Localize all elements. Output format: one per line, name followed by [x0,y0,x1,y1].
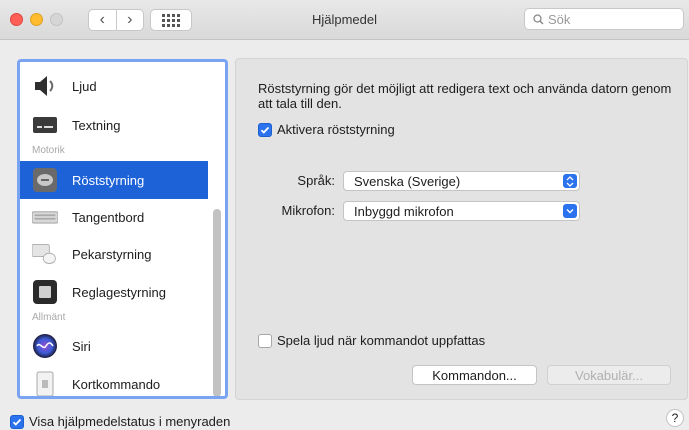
show-status-checkbox[interactable] [10,414,24,429]
sidebar-item-textning[interactable]: Textning [20,106,208,144]
search-input[interactable] [548,11,668,27]
sidebar-item-pekarstyrning[interactable]: Pekarstyrning [20,235,208,273]
sidebar-item-label: Pekarstyrning [72,246,152,262]
sidebar-item-label: Kortkommando [72,376,161,392]
search-field[interactable] [524,8,684,30]
title-bar: ‹ › Hjälpmedel [0,0,689,40]
switch-control-icon [32,279,58,305]
language-label: Språk: [297,173,335,188]
microphone-popup[interactable]: Inbyggd mikrofon [343,201,580,221]
keyboard-icon [32,204,58,230]
play-sound-label: Spela ljud när kommandot uppfattas [277,333,486,348]
sidebar-item-label: Röststyrning [72,172,145,188]
enable-voice-control-checkbox[interactable] [258,122,272,137]
language-popup[interactable]: Svenska (Sverige) [343,171,580,191]
sidebar-item-label: Reglagestyrning [72,284,166,300]
panel-description: Röststyrning gör det möjligt att rediger… [258,81,672,111]
sidebar-item-label: Ljud [72,78,97,94]
pointer-icon [32,241,58,267]
sidebar-item-roststyrning[interactable]: Röststyrning [20,161,208,199]
siri-icon [32,333,58,359]
language-value: Svenska (Sverige) [354,173,461,189]
sidebar-item-label: Siri [72,338,91,354]
play-sound-checkbox[interactable] [258,333,272,348]
sidebar-item-label: Textning [72,117,121,133]
sidebar-item-tangentbord[interactable]: Tangentbord [20,198,208,236]
checkmark-icon [260,126,270,134]
updown-chevron-icon [563,174,577,188]
sidebar-item-label: Tangentbord [72,209,145,225]
microphone-label: Mikrofon: [281,203,335,218]
speaker-icon [32,73,58,99]
sidebar[interactable]: Ljud Textning Motorik Röststyrning Tange… [17,59,228,399]
sidebar-item-siri[interactable]: Siri [20,327,208,365]
commands-button[interactable]: Kommandon... [412,365,537,385]
sidebar-scrollbar[interactable] [213,209,221,396]
sidebar-item-kortkommando[interactable]: Kortkommando [20,365,208,396]
sidebar-item-reglagestyrning[interactable]: Reglagestyrning [20,273,208,311]
chevron-down-icon [563,204,577,218]
show-status-row[interactable]: Visa hjälpmedelstatus i menyraden [10,414,230,429]
enable-voice-control-row[interactable]: Aktivera röststyrning [258,122,395,137]
vocabulary-button[interactable]: Vokabulär... [547,365,671,385]
play-sound-row[interactable]: Spela ljud när kommandot uppfattas [258,333,485,348]
checkmark-icon [12,418,22,426]
captions-icon [32,112,58,138]
show-status-label: Visa hjälpmedelstatus i menyraden [29,414,231,429]
section-header-motorik: Motorik [32,145,65,156]
sidebar-item-ljud[interactable]: Ljud [20,67,208,105]
microphone-value: Inbyggd mikrofon [354,203,454,219]
magnifier-icon [533,13,544,25]
voice-control-panel: Röststyrning gör det möjligt att rediger… [235,58,688,400]
enable-voice-control-label: Aktivera röststyrning [277,122,395,137]
section-header-allmant: Allmänt [32,312,66,323]
help-button[interactable]: ? [666,409,684,427]
shortcut-icon [32,371,58,396]
voice-control-icon [32,167,58,193]
